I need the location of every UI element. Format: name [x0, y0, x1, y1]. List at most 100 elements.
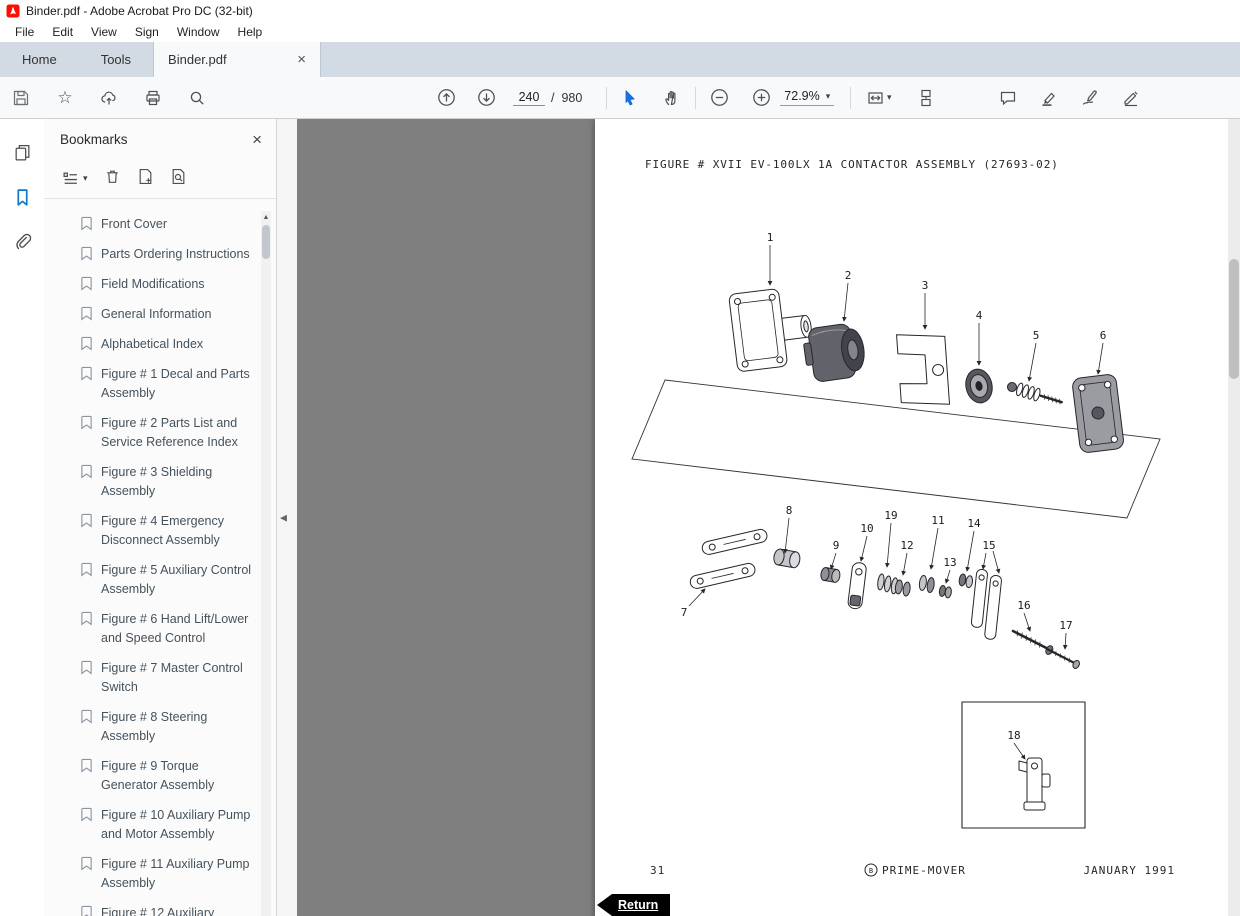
save-button[interactable]: [8, 85, 34, 111]
bookmark-item[interactable]: Figure # 12 Auxiliary: [80, 904, 252, 916]
bookmark-item[interactable]: Figure # 5 Auxiliary Control Assembly: [80, 561, 252, 599]
find-current-bookmark-button[interactable]: [170, 168, 187, 190]
menu-item-view[interactable]: View: [82, 25, 126, 39]
menu-item-edit[interactable]: Edit: [43, 25, 82, 39]
menu-item-sign[interactable]: Sign: [126, 25, 168, 39]
bookmark-label: Field Modifications: [101, 277, 205, 291]
attachments-icon: [15, 233, 31, 249]
bookmark-item[interactable]: Figure # 3 Shielding Assembly: [80, 463, 252, 501]
bookmark-ribbon-icon: [81, 306, 92, 321]
bookmark-item[interactable]: Figure # 11 Auxiliary Pump Assembly: [80, 855, 252, 893]
fit-width-button[interactable]: ▾: [861, 85, 897, 111]
figure-title: FIGURE # XVII EV-100LX 1A CONTACTOR ASSE…: [645, 158, 1059, 171]
bookmarks-panel-button[interactable]: [9, 184, 35, 210]
bookmark-label: General Information: [101, 307, 212, 321]
bookmark-item[interactable]: Parts Ordering Instructions: [80, 245, 252, 264]
highlight-button[interactable]: [1036, 85, 1062, 111]
brand-logo: B PRIME-MOVER: [864, 863, 965, 877]
trash-icon: [106, 170, 118, 183]
bookmarks-panel-toolbar: ▾: [44, 159, 276, 199]
part-number-label: 8: [786, 504, 793, 517]
bookmark-ribbon-icon: [81, 276, 92, 291]
bookmark-list: Front Cover Parts Ordering Instructions …: [44, 199, 276, 916]
hand-tool-button[interactable]: [659, 85, 685, 111]
add-bookmark-button[interactable]: [137, 168, 154, 190]
bookmark-ribbon-icon: [81, 660, 92, 675]
bookmark-ribbon-icon: [81, 513, 92, 528]
panel-close-icon[interactable]: ×: [252, 131, 262, 148]
document-scrollbar[interactable]: [1228, 119, 1240, 916]
bookmark-item[interactable]: Figure # 10 Auxiliary Pump and Motor Ass…: [80, 806, 252, 844]
bookmark-item[interactable]: Field Modifications: [80, 275, 252, 294]
menu-item-help[interactable]: Help: [229, 25, 272, 39]
bookmark-item[interactable]: Figure # 6 Hand Lift/Lower and Speed Con…: [80, 610, 252, 648]
bookmark-item[interactable]: Alphabetical Index: [80, 335, 252, 354]
fill-sign-button[interactable]: [1118, 85, 1144, 111]
next-page-button[interactable]: [473, 85, 499, 111]
sign-button[interactable]: [1077, 85, 1103, 111]
search-button[interactable]: [184, 85, 210, 111]
previous-page-button[interactable]: [433, 85, 459, 111]
bookmarks-panel: Bookmarks × ▾ Front Cover Parts Ordering…: [44, 119, 277, 916]
scroll-up-icon[interactable]: ▲: [261, 211, 271, 221]
scrolling-mode-button[interactable]: [913, 85, 939, 111]
menu-bar: File Edit View Sign Window Help: [0, 22, 1240, 42]
bookmarks-scrollbar[interactable]: ▲: [261, 211, 271, 916]
select-tool-button[interactable]: [617, 85, 643, 111]
zoom-in-button[interactable]: [748, 85, 774, 111]
search-icon: [190, 91, 204, 105]
print-button[interactable]: [140, 85, 166, 111]
bookmark-item[interactable]: Figure # 9 Torque Generator Assembly: [80, 757, 252, 795]
bookmark-item[interactable]: Figure # 8 Steering Assembly: [80, 708, 252, 746]
bookmark-item[interactable]: Figure # 4 Emergency Disconnect Assembly: [80, 512, 252, 550]
bookmark-item[interactable]: Figure # 2 Parts List and Service Refere…: [80, 414, 252, 452]
attachments-button[interactable]: [9, 229, 35, 255]
tab-document[interactable]: Binder.pdf ×: [153, 42, 322, 77]
page-number-input[interactable]: 240: [513, 90, 545, 106]
part-number-label: 18: [1007, 729, 1020, 742]
share-button[interactable]: [96, 85, 122, 111]
document-tab-label: Binder.pdf: [168, 52, 227, 67]
fill-sign-icon: [1124, 90, 1138, 106]
pdf-page: FIGURE # XVII EV-100LX 1A CONTACTOR ASSE…: [595, 119, 1228, 916]
panel-splitter[interactable]: ◀: [277, 119, 297, 916]
bookmarks-scrollbar-thumb[interactable]: [262, 225, 270, 259]
zoom-level-dropdown[interactable]: 72.9% ▾: [780, 89, 835, 106]
bookmark-ribbon-icon: [81, 807, 92, 822]
tab-home[interactable]: Home: [0, 42, 79, 77]
acrobat-window: Binder.pdf - Adobe Acrobat Pro DC (32-bi…: [0, 0, 1240, 916]
document-area: FIGURE # XVII EV-100LX 1A CONTACTOR ASSE…: [297, 119, 1240, 916]
save-icon: [13, 90, 29, 105]
menu-item-file[interactable]: File: [6, 25, 43, 39]
bookmark-item[interactable]: Front Cover: [80, 215, 252, 234]
return-button[interactable]: Return: [597, 894, 671, 916]
zoom-out-button[interactable]: [706, 85, 732, 111]
bookmark-item[interactable]: Figure # 7 Master Control Switch: [80, 659, 252, 697]
page-thumbnails-icon: [15, 144, 29, 161]
bookmark-options-button[interactable]: ▾: [62, 170, 88, 187]
menu-item-window[interactable]: Window: [168, 25, 229, 39]
bookmark-item[interactable]: Figure # 1 Decal and Parts Assembly: [80, 365, 252, 403]
toolbar-divider: [850, 86, 852, 109]
options-icon: [63, 172, 77, 184]
continuous-scroll-icon: [921, 89, 931, 106]
bookmark-label: Figure # 8 Steering Assembly: [101, 710, 208, 743]
star-button[interactable]: ☆: [52, 85, 78, 111]
bookmark-ribbon-icon: [81, 611, 92, 626]
comment-button[interactable]: [995, 85, 1021, 111]
page-thumbnails-button[interactable]: [9, 139, 35, 165]
add-bookmark-icon: [139, 168, 151, 184]
collapse-panel-icon[interactable]: ◀: [280, 512, 287, 523]
print-icon: [146, 90, 160, 105]
fit-width-icon: [868, 91, 883, 104]
star-icon: ☆: [57, 88, 73, 107]
delete-bookmark-button[interactable]: [104, 168, 121, 190]
document-scrollbar-thumb[interactable]: [1229, 259, 1239, 379]
bookmark-item[interactable]: General Information: [80, 305, 252, 324]
return-label: Return: [612, 894, 671, 916]
tab-close-icon[interactable]: ×: [297, 52, 306, 67]
sign-icon: [1082, 89, 1097, 105]
bookmark-ribbon-icon: [81, 366, 92, 381]
workspace: Bookmarks × ▾ Front Cover Parts Ordering…: [0, 119, 1240, 916]
tab-tools[interactable]: Tools: [79, 42, 153, 77]
